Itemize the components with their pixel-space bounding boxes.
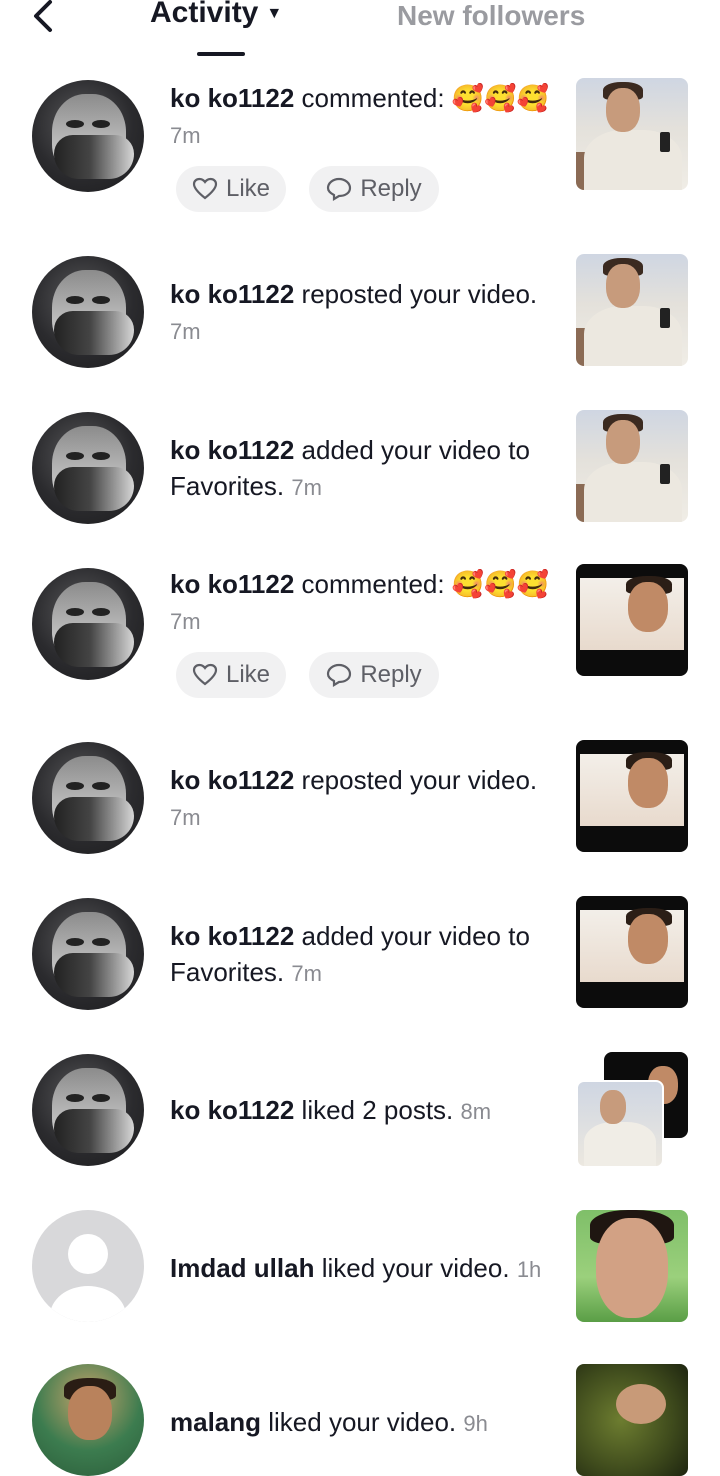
timestamp: 7m (170, 805, 201, 830)
reply-button[interactable]: Reply (309, 166, 439, 212)
video-thumbnail[interactable] (576, 78, 688, 190)
activity-text: ko ko1122 reposted your video. 7m (170, 765, 538, 830)
activity-text: ko ko1122 added your video to Favorites.… (170, 921, 530, 987)
username[interactable]: ko ko1122 (170, 279, 294, 309)
back-button[interactable] (28, 0, 68, 36)
avatar[interactable] (32, 742, 144, 854)
timestamp: 9h (463, 1411, 488, 1436)
timestamp: 1h (516, 1257, 542, 1282)
comment-icon (327, 663, 352, 687)
timestamp: 7m (170, 319, 201, 344)
video-thumbnail[interactable] (576, 564, 688, 676)
video-thumbnail[interactable] (576, 410, 688, 522)
video-thumbnail-stack[interactable] (576, 1052, 688, 1168)
activity-text: ko ko1122 reposted your video. 7m (170, 279, 538, 344)
timestamp: 8m (460, 1099, 492, 1124)
video-thumbnail[interactable] (576, 896, 688, 1008)
heart-icon (192, 177, 218, 200)
username[interactable]: ko ko1122 (170, 1095, 294, 1125)
activity-text: ko ko1122 added your video to Favorites.… (170, 435, 530, 501)
timestamp: 7m (170, 609, 201, 634)
video-thumbnail[interactable] (576, 1364, 688, 1476)
video-thumbnail[interactable] (576, 740, 688, 852)
activity-text: ko ko1122 liked 2 posts. 8m (170, 1095, 492, 1125)
video-thumbnail[interactable] (576, 1210, 688, 1322)
activity-text: ko ko1122 commented: 🥰🥰🥰 7m (170, 83, 549, 148)
video-thumbnail[interactable] (576, 254, 688, 366)
tab-activity[interactable]: Activity ▼ (150, 0, 282, 30)
avatar[interactable] (32, 1054, 144, 1166)
username[interactable]: ko ko1122 (170, 569, 294, 599)
activity-text: malang liked your video. 9h (170, 1407, 488, 1437)
chevron-left-icon (34, 0, 52, 32)
avatar[interactable] (32, 256, 144, 368)
avatar[interactable] (32, 1210, 144, 1322)
avatar[interactable] (32, 412, 144, 524)
activity-text: ko ko1122 commented: 🥰🥰🥰 7m (170, 569, 549, 634)
heart-icon (192, 663, 218, 686)
tab-active-indicator (197, 52, 245, 56)
username[interactable]: Imdad ullah (170, 1253, 314, 1283)
like-button[interactable]: Like (176, 166, 286, 212)
avatar[interactable] (32, 80, 144, 192)
timestamp: 7m (291, 475, 322, 500)
header: Activity ▼ New followers (0, 0, 720, 62)
tab-activity-label: Activity (150, 0, 259, 29)
avatar[interactable] (32, 898, 144, 1010)
comment-icon (327, 177, 352, 201)
username[interactable]: ko ko1122 (170, 921, 294, 951)
username[interactable]: ko ko1122 (170, 435, 294, 465)
username[interactable]: ko ko1122 (170, 765, 294, 795)
caret-down-icon: ▼ (266, 5, 283, 23)
timestamp: 7m (291, 961, 322, 986)
tab-new-followers[interactable]: New followers (397, 0, 585, 32)
avatar[interactable] (32, 568, 144, 680)
like-button[interactable]: Like (176, 652, 286, 698)
reply-button[interactable]: Reply (309, 652, 439, 698)
username[interactable]: ko ko1122 (170, 83, 294, 113)
activity-text: Imdad ullah liked your video. 1h (170, 1253, 542, 1283)
avatar[interactable] (32, 1364, 144, 1476)
username[interactable]: malang (170, 1407, 261, 1437)
timestamp: 7m (170, 123, 201, 148)
